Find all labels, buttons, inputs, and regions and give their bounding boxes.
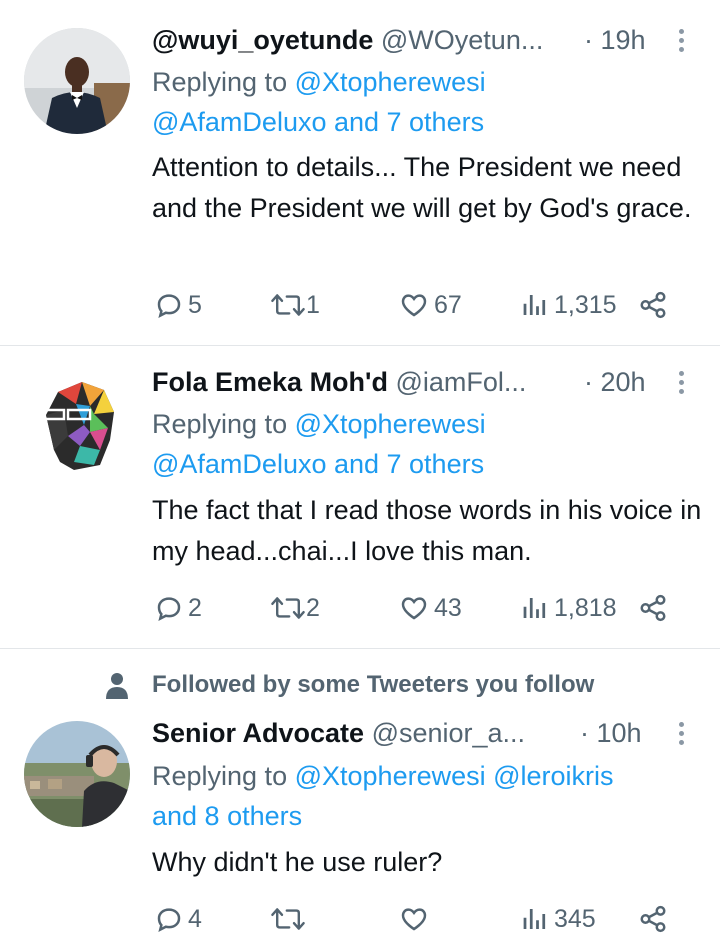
- retweet-count: 1: [306, 290, 320, 319]
- tweet-header: @wuyi_oyetunde @WOyetun... · 19h: [152, 22, 690, 58]
- reply-count: 4: [188, 904, 202, 933]
- share-button[interactable]: [638, 285, 668, 325]
- timestamp[interactable]: · 20h: [584, 364, 646, 400]
- retweet-button[interactable]: 1: [270, 285, 320, 325]
- avatar[interactable]: [24, 28, 130, 134]
- share-button[interactable]: [638, 588, 668, 628]
- reply-mentions-more[interactable]: and 8 others: [152, 801, 302, 831]
- reply-icon: [157, 294, 181, 318]
- more-icon[interactable]: [672, 368, 690, 398]
- author-handle[interactable]: @iamFol...: [395, 367, 526, 397]
- retweet-icon: [271, 294, 305, 316]
- tweet-text: Why didn't he use ruler?: [152, 847, 443, 877]
- action-bar: 2 2 43 1,818: [152, 588, 682, 628]
- timestamp[interactable]: · 19h: [584, 22, 646, 58]
- reply-icon: [157, 908, 181, 932]
- like-icon: [401, 597, 427, 620]
- like-button[interactable]: 67: [398, 285, 462, 325]
- retweet-button[interactable]: [270, 899, 306, 939]
- avatar[interactable]: [24, 370, 130, 476]
- reply-mention[interactable]: @Xtopherewesi: [295, 67, 486, 97]
- tweet-text: The fact that I read those words in his …: [152, 495, 702, 566]
- action-bar: 5 1 67 1,315: [152, 285, 682, 325]
- reply-button[interactable]: 5: [154, 285, 202, 325]
- views-icon: [523, 295, 546, 315]
- retweet-count: 2: [306, 593, 320, 622]
- tweet-1[interactable]: @wuyi_oyetunde @WOyetun... · 19h Replyin…: [0, 0, 720, 345]
- reply-mention[interactable]: @Xtopherewesi: [295, 409, 486, 439]
- author-name[interactable]: Senior Advocate: [152, 718, 364, 748]
- author-name[interactable]: @wuyi_oyetunde: [152, 25, 373, 55]
- replying-to-line-1: Replying to @Xtopherewesi @leroikris: [152, 756, 712, 797]
- author-name[interactable]: Fola Emeka Moh'd: [152, 367, 388, 397]
- like-button[interactable]: 43: [398, 588, 462, 628]
- replying-prefix: Replying to: [152, 761, 288, 791]
- replying-to-line-1: Replying to @Xtopherewesi: [152, 404, 712, 445]
- action-bar: 4 345: [152, 899, 682, 939]
- views-button[interactable]: 1,315: [520, 285, 617, 325]
- reply-icon: [157, 597, 181, 621]
- reply-mention[interactable]: @Xtopherewesi @leroikris: [295, 761, 614, 791]
- more-icon[interactable]: [672, 719, 690, 749]
- author-handle[interactable]: @senior_a...: [372, 718, 525, 748]
- reply-button[interactable]: 2: [154, 588, 202, 628]
- like-icon: [401, 294, 427, 317]
- more-icon[interactable]: [672, 26, 690, 56]
- replying-to-line-2: and 8 others: [152, 796, 712, 837]
- reply-mentions-more[interactable]: @AfamDeluxo and 7 others: [152, 107, 484, 137]
- share-button[interactable]: [638, 899, 668, 939]
- replying-to-line-2: @AfamDeluxo and 7 others: [152, 102, 712, 143]
- views-icon: [523, 909, 546, 929]
- like-count: 43: [434, 593, 462, 622]
- tweet-3[interactable]: Followed by some Tweeters you follow Sen…: [0, 649, 720, 950]
- like-button[interactable]: [398, 899, 434, 939]
- social-context: Followed by some Tweeters you follow: [152, 671, 595, 698]
- share-icon: [640, 291, 666, 319]
- like-icon: [401, 908, 427, 931]
- retweet-button[interactable]: 2: [270, 588, 320, 628]
- views-count: 1,818: [554, 593, 617, 622]
- views-button[interactable]: 345: [520, 899, 596, 939]
- tweet-text: Attention to details... The President we…: [152, 152, 692, 223]
- like-count: 67: [434, 290, 462, 319]
- retweet-icon: [271, 908, 305, 930]
- views-icon: [523, 598, 546, 618]
- share-icon: [640, 594, 666, 622]
- share-icon: [640, 905, 666, 933]
- views-count: 345: [554, 904, 596, 933]
- avatar[interactable]: [24, 721, 130, 827]
- reply-count: 2: [188, 593, 202, 622]
- replying-prefix: Replying to: [152, 67, 288, 97]
- person-icon: [104, 671, 130, 704]
- reply-mentions-more[interactable]: @AfamDeluxo and 7 others: [152, 449, 484, 479]
- replying-to-line-1: Replying to @Xtopherewesi: [152, 62, 712, 103]
- timestamp[interactable]: · 10h: [580, 715, 642, 751]
- views-button[interactable]: 1,818: [520, 588, 617, 628]
- tweet-header: Senior Advocate @senior_a... · 10h: [152, 715, 690, 751]
- replying-prefix: Replying to: [152, 409, 288, 439]
- replying-to-line-2: @AfamDeluxo and 7 others: [152, 444, 712, 485]
- tweet-header: Fola Emeka Moh'd @iamFol... · 20h: [152, 364, 690, 400]
- retweet-icon: [271, 597, 305, 619]
- author-handle[interactable]: @WOyetun...: [381, 25, 543, 55]
- views-count: 1,315: [554, 290, 617, 319]
- reply-count: 5: [188, 290, 202, 319]
- tweet-2[interactable]: Fola Emeka Moh'd @iamFol... · 20h Replyi…: [0, 346, 720, 648]
- reply-button[interactable]: 4: [154, 899, 202, 939]
